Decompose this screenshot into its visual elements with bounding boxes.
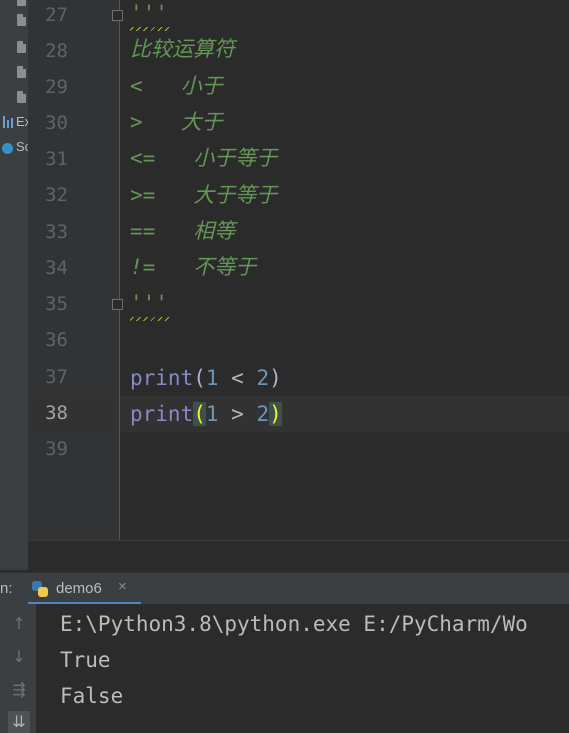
- arrow-up-icon[interactable]: ↑: [8, 613, 30, 635]
- line-number: 30: [45, 112, 68, 134]
- line-number: 36: [45, 329, 68, 351]
- fold-marker-icon[interactable]: [112, 299, 123, 310]
- line-number-current: 38: [45, 402, 68, 424]
- line-number: 33: [45, 221, 68, 243]
- python-file-icon[interactable]: [17, 41, 26, 53]
- code-line[interactable]: >= 大于等于: [130, 177, 277, 213]
- run-title: n:: [0, 580, 13, 597]
- run-tab-demo6[interactable]: demo6 ×: [28, 573, 141, 605]
- code-line[interactable]: ''': [130, 285, 168, 321]
- console-line: False: [60, 684, 124, 708]
- paren: (: [193, 366, 206, 390]
- current-line-highlight: [28, 396, 569, 432]
- line-number: 39: [45, 438, 68, 460]
- code-line[interactable]: > 大于: [130, 104, 223, 140]
- line-number: 32: [45, 184, 68, 206]
- line-number: 28: [45, 40, 68, 62]
- code-line[interactable]: < 小于: [130, 68, 223, 104]
- external-libraries-item[interactable]: Ex: [16, 114, 28, 129]
- run-tab-label: demo6: [56, 580, 102, 597]
- python-file-icon[interactable]: [17, 91, 26, 103]
- gutter-separator: [119, 0, 120, 540]
- operator: <: [218, 366, 257, 390]
- run-toolbar: ↑ ↓ ⇶ ⇊: [0, 604, 36, 733]
- close-icon[interactable]: ×: [118, 578, 127, 595]
- python-file-icon[interactable]: [17, 14, 26, 26]
- paren: ): [269, 366, 282, 390]
- code-line-current[interactable]: print(1 > 2): [130, 396, 282, 432]
- python-file-icon[interactable]: [17, 0, 26, 6]
- builtin-print: print: [130, 402, 194, 426]
- console-line: True: [60, 648, 111, 672]
- run-tool-window-header: n: demo6 ×: [0, 572, 569, 605]
- builtin-print: print: [130, 366, 194, 390]
- line-number: 37: [45, 366, 68, 388]
- code-line[interactable]: <= 小于等于: [130, 140, 277, 176]
- arrow-down-icon[interactable]: ↓: [8, 646, 30, 668]
- line-number: 27: [45, 4, 68, 26]
- scroll-to-end-icon[interactable]: ⇊: [8, 711, 30, 733]
- code-line[interactable]: != 不等于: [130, 249, 256, 285]
- console-line: E:\Python3.8\python.exe E:/PyCharm/Wo: [60, 612, 528, 636]
- operator: >: [218, 402, 257, 426]
- python-file-icon[interactable]: [17, 66, 26, 78]
- matched-paren: ): [269, 402, 282, 426]
- line-number: 31: [45, 148, 68, 170]
- code-line[interactable]: == 相等: [130, 213, 235, 249]
- code-line[interactable]: 比较运算符: [130, 31, 235, 67]
- number-literal: 2: [256, 402, 270, 426]
- scratches-item[interactable]: Sc: [16, 139, 28, 154]
- scratch-icon: [2, 143, 13, 154]
- editor-horizontal-scroll-area[interactable]: [28, 540, 569, 573]
- line-number: 35: [45, 293, 68, 315]
- code-line[interactable]: print(1 < 2): [130, 360, 282, 396]
- soft-wrap-icon[interactable]: ⇶: [8, 679, 30, 701]
- project-panel: Ex Sc: [0, 0, 28, 570]
- line-number: 29: [45, 76, 68, 98]
- bar-chart-icon: [3, 116, 13, 128]
- matched-paren: (: [193, 402, 206, 426]
- number-literal: 1: [205, 402, 219, 426]
- python-icon: [32, 581, 48, 597]
- line-number: 34: [45, 257, 68, 279]
- fold-marker-icon[interactable]: [112, 10, 123, 21]
- warning-squiggle: [130, 317, 170, 321]
- number-literal: 2: [256, 366, 270, 390]
- number-literal: 1: [205, 366, 219, 390]
